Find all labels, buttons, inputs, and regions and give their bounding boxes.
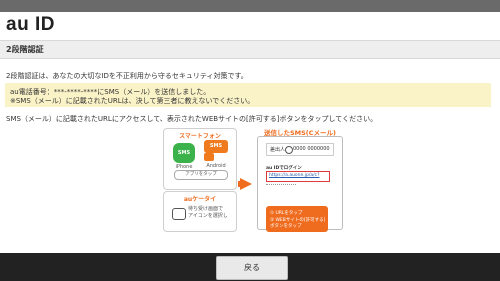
- android-label: Android: [206, 163, 226, 169]
- url-text: https://a.auone.jp/a/c?: [269, 173, 320, 178]
- mail-icon: [172, 208, 186, 220]
- step-1: ① URLをタップ: [270, 211, 303, 216]
- sender-label: 差出人: [270, 147, 286, 153]
- smartphone-illustration: スマートフォン SMS SMS iPhone Android アプリをタップ: [163, 128, 237, 190]
- keitai-title: auケータイ: [183, 196, 217, 203]
- section-header: 2段階認証: [0, 40, 500, 59]
- smartphone-title: スマートフォン: [179, 133, 221, 140]
- brand-logo: au ID: [6, 14, 55, 35]
- keitai-note: 待ち受け画面で アイコンを選択し: [188, 206, 228, 219]
- intro-text: 2段階認証は、あなたの大切なIDを不正利用から守るセキュリティ対策です。: [6, 72, 248, 80]
- section-title: 2段階認証: [6, 45, 44, 54]
- notice-line-2: ※SMS（メール）に記載されたURLは、決して第三者に教えないでください。: [10, 97, 255, 105]
- sms-app-icon-iphone: SMS: [173, 143, 195, 163]
- sms-sent-notice: au電話番号：***-****-****にSMS（メール）を送信しました。 ※S…: [5, 83, 491, 107]
- url-box: https://a.auone.jp/a/c?: [266, 171, 330, 182]
- keitai-illustration: auケータイ 待ち受け画面で アイコンを選択し: [163, 191, 237, 232]
- back-button[interactable]: 戻る: [216, 256, 288, 280]
- sender-row: 差出人 0000 0000000: [266, 143, 334, 156]
- top-bar: [0, 0, 500, 12]
- step-2: ② WEBサイトの[許可する]ボタンをタップ: [270, 218, 326, 229]
- arrow-right-icon: [240, 178, 252, 190]
- avatar-icon: [285, 146, 293, 154]
- instruction-text: SMS（メール）に記載されたURLにアクセスして、表示されたWEBサイトの[許可…: [6, 115, 378, 123]
- sms-app-icon-android: SMS: [204, 140, 228, 153]
- sms-bubble-icon: [204, 153, 214, 161]
- sender-number: 0000 0000000: [293, 146, 330, 152]
- divider: [266, 184, 296, 187]
- tap-instructions: ① URLをタップ ② WEBサイトの[許可する]ボタンをタップ: [266, 206, 328, 232]
- app-tap-pill: アプリをタップ: [174, 170, 228, 180]
